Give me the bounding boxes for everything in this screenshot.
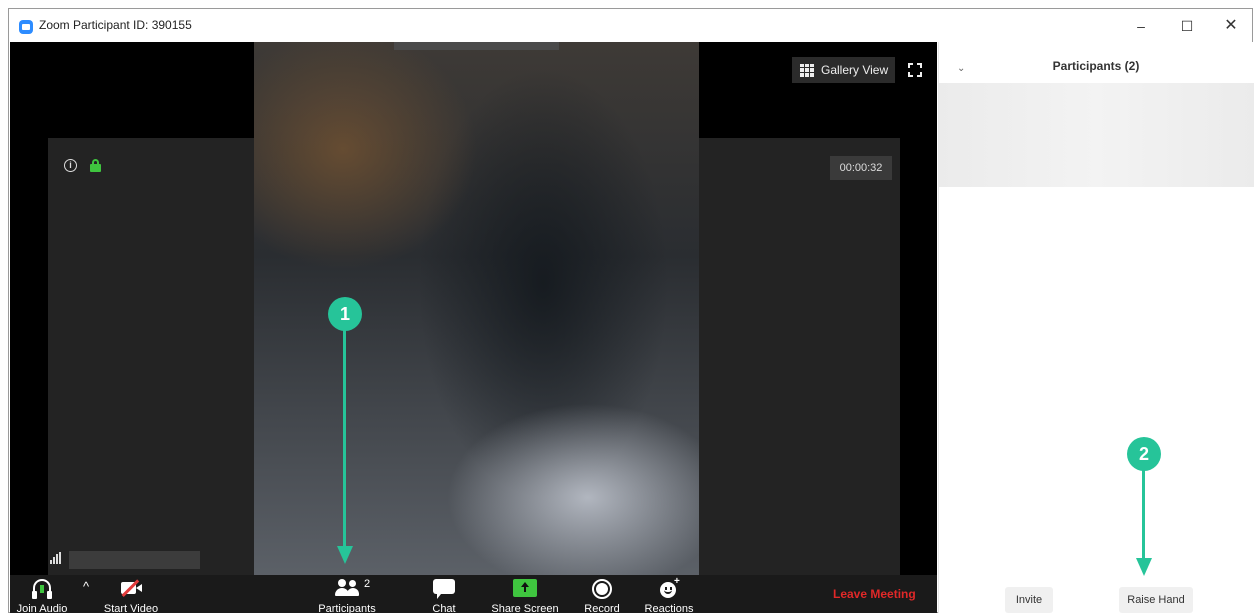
meeting-timer: 00:00:32 — [830, 156, 892, 180]
meeting-info-icon[interactable]: i — [64, 159, 77, 172]
start-video-button[interactable]: Start Video — [98, 575, 164, 613]
join-audio-label: Join Audio — [16, 603, 68, 613]
participants-panel-title: Participants (2) — [1052, 59, 1140, 73]
raise-hand-button[interactable]: Raise Hand — [1119, 587, 1193, 613]
share-screen-icon — [513, 579, 537, 597]
window-title: Zoom Participant ID: 390155 — [39, 18, 192, 32]
join-audio-button[interactable]: Join Audio — [10, 575, 74, 613]
participant-count-badge: 2 — [364, 578, 371, 590]
meeting-toolbar: Join Audio ^ Start Video Participants 2 — [10, 575, 937, 613]
invite-button[interactable]: Invite — [1005, 587, 1053, 613]
annotation-badge-2: 2 — [1127, 437, 1161, 471]
video-off-icon — [119, 579, 143, 597]
headphone-icon — [32, 579, 52, 599]
signal-strength-icon — [50, 552, 64, 564]
participants-panel: ⌄ Participants (2) 2 Invite Raise Hand — [938, 42, 1254, 613]
close-button[interactable]: ✕ — [1211, 13, 1251, 39]
fullscreen-icon[interactable] — [908, 63, 922, 77]
reactions-label: Reactions — [644, 603, 694, 613]
chat-button[interactable]: Chat — [427, 575, 461, 613]
share-screen-button[interactable]: Share Screen — [490, 575, 560, 613]
participant-video — [254, 42, 699, 578]
annotation-badge-1: 1 — [328, 297, 362, 331]
record-icon — [592, 579, 612, 599]
chat-icon — [433, 579, 455, 599]
chat-label: Chat — [432, 603, 456, 613]
participant-name-bar — [69, 551, 200, 569]
gallery-view-label: Gallery View — [821, 63, 889, 77]
audio-options-button[interactable]: ^ — [78, 575, 94, 613]
zoom-logo-icon — [19, 20, 33, 34]
participants-list — [939, 83, 1254, 187]
annotation-arrowhead-2 — [1136, 558, 1152, 576]
start-video-label: Start Video — [103, 603, 159, 613]
reactions-button[interactable]: + Reactions — [641, 575, 697, 613]
minimize-button[interactable]: – — [1121, 13, 1161, 39]
zoom-window: Zoom Participant ID: 390155 – ☐ ✕ i 00:0… — [8, 8, 1254, 613]
share-screen-label: Share Screen — [491, 603, 559, 613]
leave-meeting-button[interactable]: Leave Meeting — [833, 575, 916, 613]
gallery-view-button[interactable]: Gallery View — [792, 57, 895, 83]
reactions-icon: + — [658, 576, 680, 599]
annotation-arrow-1 — [343, 330, 346, 550]
grid-icon — [800, 63, 814, 77]
record-button[interactable]: Record — [580, 575, 624, 613]
maximize-button[interactable]: ☐ — [1167, 13, 1207, 39]
title-bar: Zoom Participant ID: 390155 – ☐ ✕ — [9, 9, 1252, 41]
record-label: Record — [584, 603, 620, 613]
annotation-arrow-2 — [1142, 470, 1145, 562]
caret-up-icon: ^ — [82, 579, 90, 594]
video-overlay — [394, 42, 559, 50]
participants-icon — [334, 579, 360, 597]
meeting-area: i 00:00:32 Gallery View Join Audio ^ Sta… — [10, 42, 937, 613]
participants-label: Participants — [318, 603, 376, 613]
annotation-arrowhead-1 — [337, 546, 353, 564]
encryption-lock-icon[interactable] — [90, 159, 101, 172]
